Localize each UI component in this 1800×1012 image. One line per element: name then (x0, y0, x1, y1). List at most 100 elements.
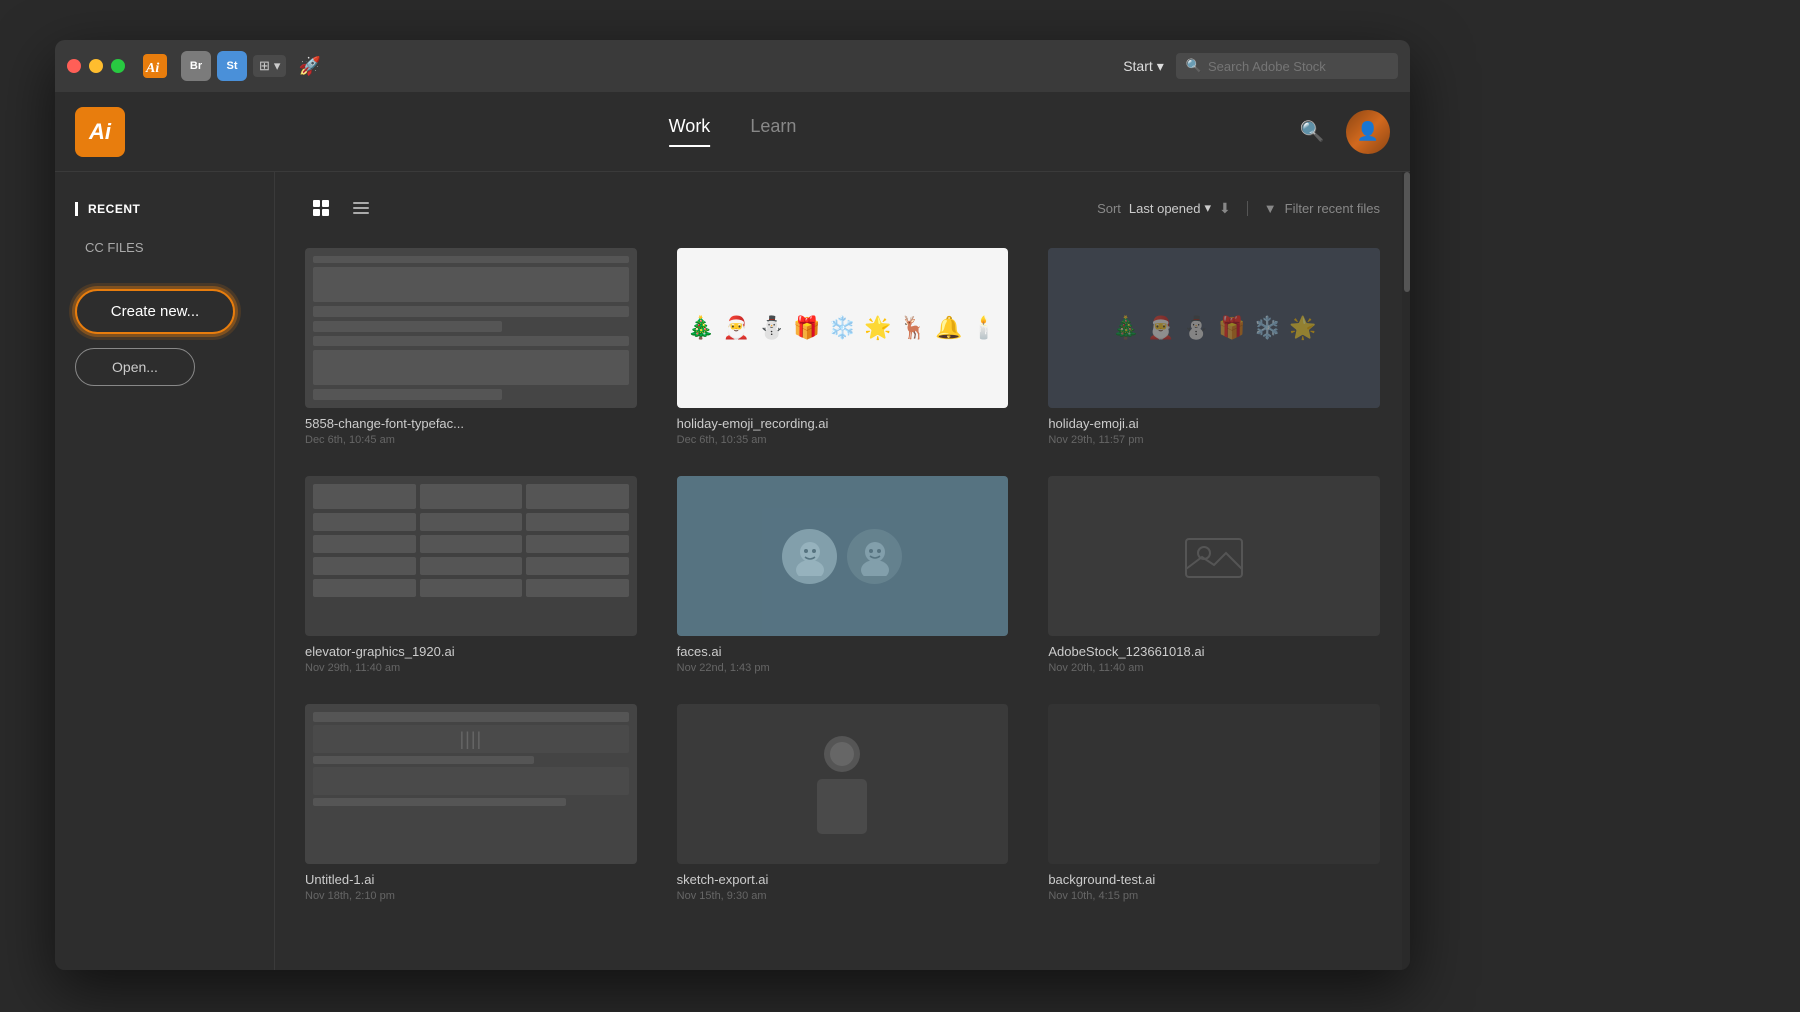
thumb-bottom: |||| (305, 704, 637, 864)
filter-icon: ▼ (1264, 201, 1277, 216)
file-date: Dec 6th, 10:45 am (305, 434, 637, 446)
search-icon: 🔍 (1186, 58, 1202, 74)
file-name: holiday-emoji_recording.ai (677, 416, 1009, 431)
file-item[interactable]: |||| Untitled-1.ai Nov 18th, 2:10 pm (305, 704, 637, 902)
file-item[interactable]: background-test.ai Nov 10th, 4:15 pm (1048, 704, 1380, 902)
file-item[interactable]: 🎄🎅⛄ 🎁❄️🌟 holiday-emoji.ai Nov 29th, 11:5… (1048, 248, 1380, 446)
close-button[interactable] (67, 59, 81, 73)
sidebar: RECENT CC FILES Create new... Open... (55, 172, 275, 970)
file-name: background-test.ai (1048, 872, 1380, 887)
titlebar-right: Start ▾ 🔍 (1123, 53, 1398, 79)
sort-direction-button[interactable]: ⬇ (1219, 200, 1231, 217)
sidebar-item-cc-files[interactable]: CC FILES (75, 236, 254, 259)
files-toolbar: Sort Last opened ▾ ⬇ ▼ Filter recent fil… (305, 192, 1380, 224)
thumb-wireframe (305, 248, 637, 408)
avatar-image: 👤 (1346, 110, 1390, 154)
file-date: Nov 29th, 11:57 pm (1048, 434, 1380, 446)
file-thumbnail (677, 476, 1009, 636)
list-icon (353, 201, 369, 215)
grid-icon (313, 200, 329, 216)
app-logo: Ai (75, 107, 125, 157)
maximize-button[interactable] (111, 59, 125, 73)
start-chevron-icon: ▾ (1157, 58, 1164, 75)
file-thumbnail: 🎄🎅⛄ 🎁❄️🌟 (1048, 248, 1380, 408)
app-window: Ai Br St ⊞ ▾ 🚀 Start ▾ 🔍 (55, 40, 1410, 970)
traffic-lights (67, 59, 125, 73)
file-item[interactable]: 5858-change-font-typefac... Dec 6th, 10:… (305, 248, 637, 446)
files-area: Sort Last opened ▾ ⬇ ▼ Filter recent fil… (275, 172, 1410, 970)
file-item[interactable]: elevator-graphics_1920.ai Nov 29th, 11:4… (305, 476, 637, 674)
titlebar-apps: Br St ⊞ ▾ 🚀 (181, 51, 321, 81)
header-search-button[interactable]: 🔍 (1294, 114, 1330, 150)
file-name: Untitled-1.ai (305, 872, 637, 887)
svg-text:Ai: Ai (145, 61, 159, 76)
grid-view-button[interactable] (305, 192, 337, 224)
stock-search-input[interactable] (1208, 59, 1388, 74)
app-header: Ai Work Learn 🔍 👤 (55, 92, 1410, 172)
file-date: Nov 20th, 11:40 am (1048, 662, 1380, 674)
file-name: 5858-change-font-typefac... (305, 416, 637, 431)
file-item[interactable]: AdobeStock_123661018.ai Nov 20th, 11:40 … (1048, 476, 1380, 674)
view-switcher[interactable]: ⊞ ▾ (253, 55, 286, 77)
header-right: 🔍 👤 (1294, 110, 1390, 154)
sidebar-cc-files-section: CC FILES (75, 236, 254, 259)
sort-area: Sort Last opened ▾ ⬇ (1097, 200, 1231, 217)
thumb-faces (677, 476, 1009, 636)
rocket-icon[interactable]: 🚀 (298, 56, 320, 77)
file-date: Nov 10th, 4:15 pm (1048, 890, 1380, 902)
sidebar-recent-label: RECENT (75, 202, 254, 216)
sidebar-buttons: Create new... Open... (75, 289, 254, 386)
file-item[interactable]: faces.ai Nov 22nd, 1:43 pm (677, 476, 1009, 674)
file-thumbnail: |||| (305, 704, 637, 864)
desktop: Ai Br St ⊞ ▾ 🚀 Start ▾ 🔍 (0, 0, 1800, 1012)
start-label: Start (1123, 58, 1153, 74)
sort-chevron-icon: ▾ (1204, 200, 1211, 216)
tab-work[interactable]: Work (669, 116, 711, 147)
filter-label[interactable]: Filter recent files (1285, 201, 1380, 216)
sort-value: Last opened (1129, 201, 1201, 216)
scrollbar-thumb[interactable] (1404, 172, 1410, 292)
file-thumbnail (1048, 476, 1380, 636)
thumb-elevator (305, 476, 637, 636)
files-grid: 5858-change-font-typefac... Dec 6th, 10:… (305, 248, 1380, 902)
sort-dropdown[interactable]: Last opened ▾ (1129, 200, 1211, 216)
file-name: sketch-export.ai (677, 872, 1009, 887)
chevron-down-icon: ▾ (274, 58, 281, 74)
list-view-button[interactable] (345, 192, 377, 224)
main-content: RECENT CC FILES Create new... Open... (55, 172, 1410, 970)
file-date: Nov 15th, 9:30 am (677, 890, 1009, 902)
bridge-badge[interactable]: Br (181, 51, 211, 81)
file-thumbnail (305, 248, 637, 408)
file-date: Dec 6th, 10:35 am (677, 434, 1009, 446)
nav-tabs: Work Learn (669, 116, 797, 147)
sort-label: Sort (1097, 201, 1121, 216)
file-name: faces.ai (677, 644, 1009, 659)
titlebar-ai-icon: Ai (143, 54, 167, 78)
open-button[interactable]: Open... (75, 348, 195, 386)
file-thumbnail: 🎄🎅⛄ 🎁❄️🌟 🦌🔔🕯️ (677, 248, 1009, 408)
filter-area: ▼ Filter recent files (1247, 201, 1380, 216)
file-date: Nov 18th, 2:10 pm (305, 890, 637, 902)
view-icons (305, 192, 377, 224)
file-thumbnail (1048, 704, 1380, 864)
file-item[interactable]: 🎄🎅⛄ 🎁❄️🌟 🦌🔔🕯️ holiday-emoji_recording.ai… (677, 248, 1009, 446)
file-thumbnail (677, 704, 1009, 864)
stock-search-container: 🔍 (1176, 53, 1398, 79)
sidebar-recent-section: RECENT (75, 202, 254, 216)
file-item[interactable]: sketch-export.ai Nov 15th, 9:30 am (677, 704, 1009, 902)
avatar[interactable]: 👤 (1346, 110, 1390, 154)
file-name: elevator-graphics_1920.ai (305, 644, 637, 659)
file-date: Nov 22nd, 1:43 pm (677, 662, 1009, 674)
create-new-button[interactable]: Create new... (75, 289, 235, 334)
file-name: holiday-emoji.ai (1048, 416, 1380, 431)
stock-badge[interactable]: St (217, 51, 247, 81)
thumb-emoji-dark: 🎄🎅⛄ 🎁❄️🌟 (1048, 248, 1380, 408)
titlebar: Ai Br St ⊞ ▾ 🚀 Start ▾ 🔍 (55, 40, 1410, 92)
grid-view-icon: ⊞ (259, 58, 270, 74)
file-thumbnail (305, 476, 637, 636)
minimize-button[interactable] (89, 59, 103, 73)
file-name: AdobeStock_123661018.ai (1048, 644, 1380, 659)
file-date: Nov 29th, 11:40 am (305, 662, 637, 674)
start-dropdown[interactable]: Start ▾ (1123, 58, 1164, 75)
tab-learn[interactable]: Learn (750, 116, 796, 147)
